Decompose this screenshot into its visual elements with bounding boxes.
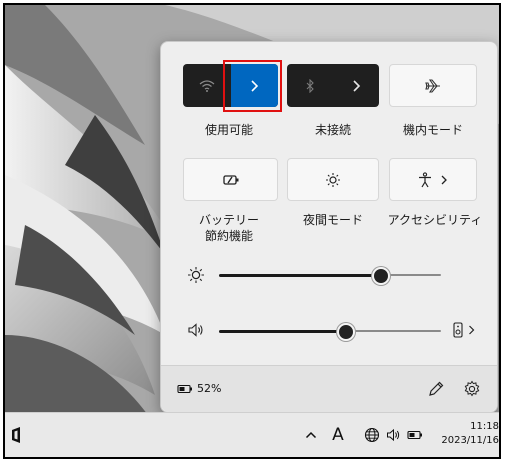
panel-footer: 52% [161, 365, 497, 412]
accessibility-tile[interactable] [389, 158, 477, 201]
clock[interactable]: 11:18 2023/11/16 [437, 420, 499, 448]
battery-icon [406, 430, 422, 440]
volume-slider-track [346, 330, 441, 332]
night-light-tile[interactable] [287, 158, 379, 201]
clock-time: 11:18 [470, 421, 499, 432]
battery-percent: 52% [197, 382, 222, 395]
battery-saver-tile[interactable] [183, 158, 278, 201]
battery-saver-icon [222, 174, 238, 185]
brightness-icon [188, 267, 204, 283]
battery-saver-label: バッテリー 節約機能 [181, 212, 277, 244]
taskbar: A 11:18 2023/11/16 [5, 412, 499, 457]
battery-saver-label-line1: バッテリー [198, 213, 259, 227]
speaker-icon [188, 323, 203, 337]
bluetooth-icon [306, 78, 314, 93]
brightness-slider-fill [219, 274, 381, 277]
brightness-slider-track [381, 274, 441, 276]
accessibility-icon [419, 171, 431, 187]
quick-settings-panel: 使用可能 未接続 機内モード バッテリー 節約機能 夜間モード アクセシビリティ… [160, 41, 498, 413]
volume-slider[interactable] [219, 322, 441, 341]
accessibility-label: アクセシビリティ [387, 213, 483, 227]
brightness-slider[interactable] [219, 266, 441, 285]
globe-icon [364, 427, 379, 443]
settings-button[interactable] [463, 380, 481, 398]
speaker-icon [386, 428, 399, 442]
sun-icon [326, 172, 340, 187]
pencil-icon [429, 381, 444, 396]
night-light-label: 夜間モード [302, 213, 363, 227]
bluetooth-label: 未接続 [314, 123, 351, 137]
ime-indicator[interactable]: A [330, 424, 346, 446]
volume-slider-fill [219, 330, 346, 333]
bluetooth-expand-button[interactable] [333, 64, 379, 107]
chevron-right-icon [441, 175, 447, 184]
brightness-slider-thumb[interactable] [372, 267, 390, 285]
office-app-icon[interactable] [9, 425, 23, 445]
chevron-right-icon [353, 79, 361, 92]
highlight-box [223, 60, 282, 112]
volume-slider-thumb[interactable] [337, 323, 355, 341]
chevron-up-icon [305, 431, 317, 439]
clock-date: 2023/11/16 [441, 435, 499, 446]
battery-status[interactable]: 52% [177, 382, 221, 395]
system-tray-status[interactable] [357, 423, 429, 447]
desktop-screen: 使用可能 未接続 機内モード バッテリー 節約機能 夜間モード アクセシビリティ… [3, 3, 501, 459]
airplane-mode-tile[interactable] [389, 64, 477, 107]
battery-saver-label-line2: 節約機能 [204, 229, 253, 243]
wifi-label: 使用可能 [204, 123, 253, 137]
airplane-icon [425, 78, 440, 93]
office-icon [12, 427, 20, 443]
speaker-device-icon [453, 322, 463, 338]
gear-icon [464, 380, 480, 397]
bluetooth-toggle[interactable] [287, 64, 333, 107]
wifi-icon [199, 79, 215, 92]
airplane-mode-label: 機内モード [402, 123, 463, 137]
bluetooth-tile [287, 64, 379, 107]
edit-button[interactable] [427, 380, 445, 398]
chevron-right-icon [469, 325, 475, 335]
battery-icon [177, 384, 192, 393]
audio-output-button[interactable] [453, 322, 475, 338]
show-hidden-icons-button[interactable] [303, 426, 319, 444]
